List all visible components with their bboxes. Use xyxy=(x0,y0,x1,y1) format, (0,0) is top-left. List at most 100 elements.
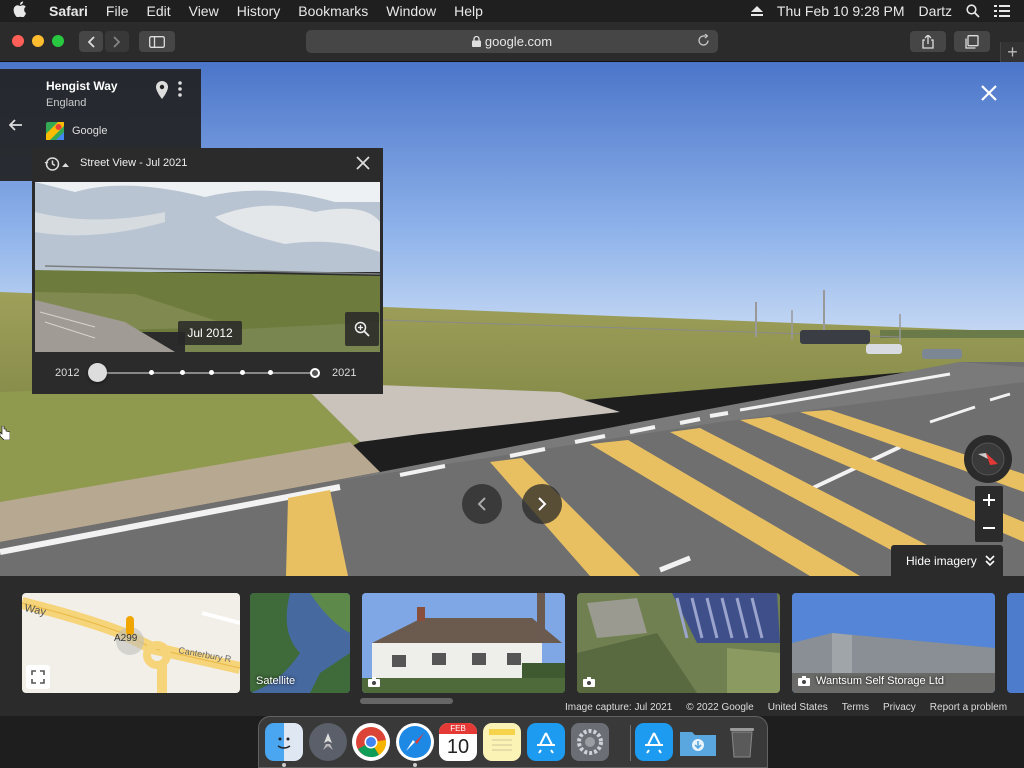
calendar-icon[interactable]: FEB 10 xyxy=(439,723,477,761)
apple-icon[interactable] xyxy=(0,1,40,21)
window-fullscreen-button[interactable] xyxy=(52,35,64,47)
menu-help[interactable]: Help xyxy=(445,3,492,19)
fullscreen-icon xyxy=(31,670,45,684)
back-to-map-button[interactable] xyxy=(0,69,32,181)
hide-imagery-label: Hide imagery xyxy=(906,553,977,568)
slider-tick[interactable] xyxy=(240,370,245,375)
compass-button[interactable] xyxy=(964,435,1012,483)
app-store-downloads-icon[interactable] xyxy=(635,723,673,761)
next-photo-button[interactable] xyxy=(522,484,562,524)
photo-thumbnail-partial[interactable] xyxy=(1007,593,1024,693)
more-options-icon[interactable] xyxy=(178,81,182,102)
double-chevron-down-icon xyxy=(985,554,995,566)
downloads-folder-icon[interactable] xyxy=(679,723,717,761)
tab-overview-button[interactable] xyxy=(954,31,990,52)
window-close-button[interactable] xyxy=(12,35,24,47)
google-maps-icon xyxy=(46,122,64,140)
privacy-link[interactable]: Privacy xyxy=(876,702,923,716)
google-maps-link[interactable]: Google xyxy=(46,122,107,140)
safari-icon[interactable] xyxy=(396,723,434,761)
eject-icon[interactable] xyxy=(750,6,763,16)
control-center-icon[interactable] xyxy=(994,5,1010,17)
new-tab-button[interactable]: + xyxy=(1000,42,1024,62)
clock[interactable]: Thu Feb 10 9:28 PM xyxy=(777,3,905,19)
zoom-in-button[interactable] xyxy=(975,486,1003,514)
preview-zoom-button[interactable] xyxy=(345,312,379,346)
finder-icon[interactable] xyxy=(265,723,303,761)
share-icon xyxy=(922,34,934,49)
running-indicator xyxy=(282,763,286,767)
report-problem-link[interactable]: Report a problem xyxy=(923,702,1014,716)
menu-file[interactable]: File xyxy=(97,3,138,19)
time-travel-toggle[interactable] xyxy=(44,156,69,172)
hide-imagery-button[interactable]: Hide imagery xyxy=(891,545,1003,576)
menu-edit[interactable]: Edit xyxy=(137,3,179,19)
slider-tick[interactable] xyxy=(268,370,273,375)
chevron-right-icon xyxy=(113,35,121,48)
location-pin-icon[interactable] xyxy=(156,81,168,104)
place-name[interactable]: Hengist Way xyxy=(46,79,118,93)
menu-bookmarks[interactable]: Bookmarks xyxy=(289,3,377,19)
share-button[interactable] xyxy=(910,31,946,52)
exit-street-view-button[interactable] xyxy=(978,82,1000,109)
zoom-in-magnifier-icon xyxy=(354,321,370,337)
preview-date-label: Jul 2012 xyxy=(178,321,242,345)
camera-icon xyxy=(798,676,810,686)
url-text: google.com xyxy=(484,34,553,49)
window-minimize-button[interactable] xyxy=(32,35,44,47)
year-slider-track[interactable] xyxy=(98,372,316,374)
trash-icon[interactable] xyxy=(723,723,761,761)
menu-bar-status: Thu Feb 10 9:28 PM Dartz xyxy=(750,0,1024,22)
close-time-travel-button[interactable] xyxy=(355,155,371,176)
photo-label: Wantsum Self Storage Ltd xyxy=(798,675,944,687)
slider-tick[interactable] xyxy=(149,370,154,375)
slider-tick-current[interactable] xyxy=(310,368,320,378)
slider-tick[interactable] xyxy=(209,370,214,375)
browser-toolbar: google.com xyxy=(0,22,1024,62)
photo-thumbnail-storage[interactable]: Wantsum Self Storage Ltd xyxy=(792,593,995,693)
place-region: England xyxy=(46,97,87,109)
camera-icon xyxy=(368,677,380,687)
reload-icon[interactable] xyxy=(697,34,710,47)
calendar-month: FEB xyxy=(439,723,477,734)
menu-app-name[interactable]: Safari xyxy=(40,3,97,19)
camera-icon xyxy=(583,677,595,687)
slider-tick[interactable] xyxy=(180,370,185,375)
sidebar-icon xyxy=(149,35,165,48)
photo-caption: Wantsum Self Storage Ltd xyxy=(816,675,944,687)
dock-separator xyxy=(630,725,631,761)
menu-window[interactable]: Window xyxy=(377,3,445,19)
expand-map-button[interactable] xyxy=(26,665,50,689)
back-button[interactable] xyxy=(79,31,103,52)
strip-scrollbar[interactable] xyxy=(360,698,453,704)
minus-icon xyxy=(983,527,995,529)
spotlight-search-icon[interactable] xyxy=(966,4,980,18)
menu-history[interactable]: History xyxy=(228,3,290,19)
app-store-icon[interactable] xyxy=(527,723,565,761)
chrome-icon[interactable] xyxy=(352,723,390,761)
zoom-out-button[interactable] xyxy=(975,514,1003,542)
compass-icon xyxy=(971,442,1005,476)
satellite-thumbnail[interactable]: Satellite xyxy=(250,593,350,693)
year-slider-row: 2012 2021 xyxy=(32,354,383,394)
forward-button[interactable] xyxy=(105,31,129,52)
photo-thumbnail-aerial[interactable] xyxy=(577,593,780,693)
lock-icon xyxy=(471,36,481,47)
sidebar-toggle-button[interactable] xyxy=(139,31,175,52)
terms-link[interactable]: Terms xyxy=(835,702,876,716)
menu-view[interactable]: View xyxy=(180,3,228,19)
photo-thumbnail-house[interactable] xyxy=(362,593,565,693)
address-bar[interactable]: google.com xyxy=(306,30,718,53)
arrow-left-icon xyxy=(9,119,22,131)
previous-photo-button[interactable] xyxy=(462,484,502,524)
country-link[interactable]: United States xyxy=(761,702,835,716)
year-slider-handle[interactable] xyxy=(88,363,107,382)
historic-preview-image[interactable]: Jul 2012 xyxy=(35,182,380,352)
map-thumbnail[interactable]: Way A299 Canterbury R xyxy=(22,593,240,693)
user-name[interactable]: Dartz xyxy=(919,3,952,19)
close-icon xyxy=(981,85,997,101)
copyright: © 2022 Google xyxy=(686,702,754,713)
notes-icon[interactable] xyxy=(483,723,521,761)
system-preferences-icon[interactable] xyxy=(571,723,609,761)
launchpad-icon[interactable] xyxy=(309,723,347,761)
